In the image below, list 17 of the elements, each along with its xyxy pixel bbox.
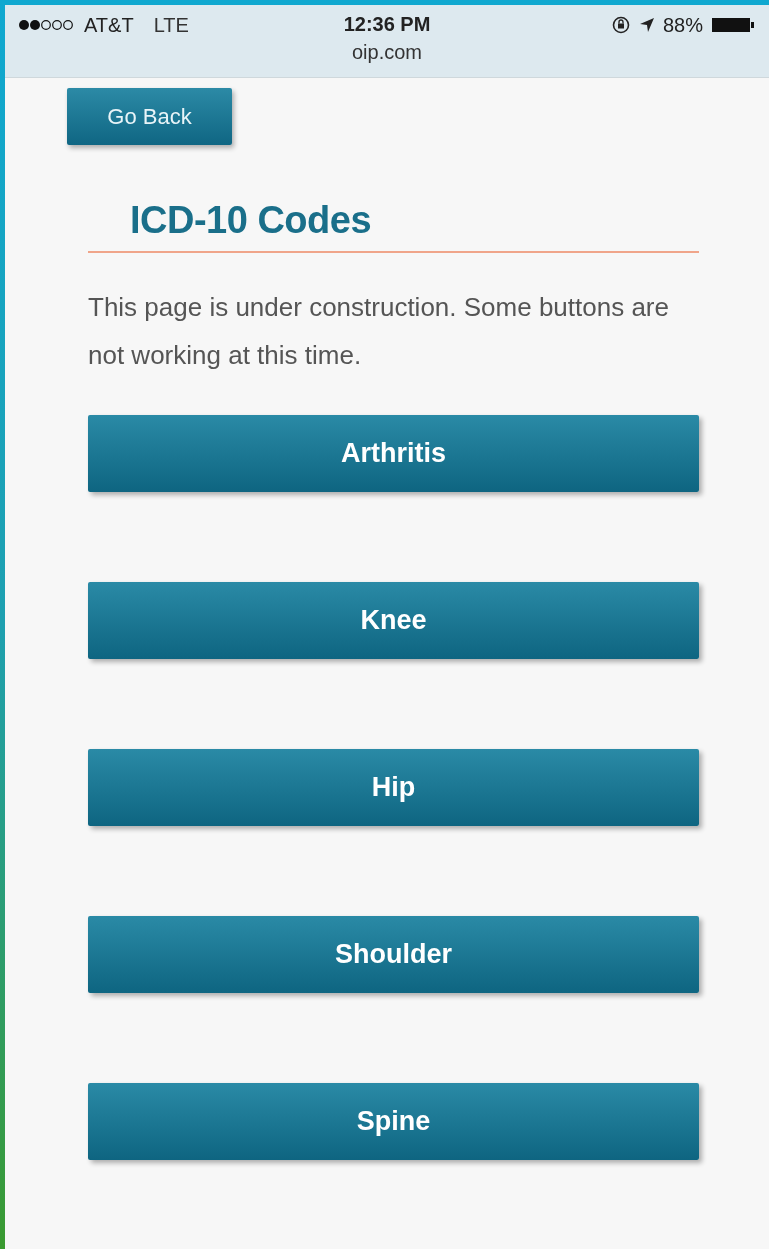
signal-icon bbox=[18, 19, 76, 31]
location-arrow-icon bbox=[638, 17, 655, 33]
carrier-name: AT&T bbox=[84, 13, 134, 37]
page-heading: ICD-10 Codes bbox=[130, 198, 373, 243]
clock-time: 12:36 PM bbox=[343, 13, 431, 36]
network-type: LTE bbox=[153, 13, 189, 37]
category-button[interactable]: Shoulder bbox=[88, 916, 699, 993]
category-button[interactable]: Hip bbox=[88, 749, 699, 826]
notice-text: This page is under construction. Some buttons are not working at this time. bbox=[88, 291, 670, 372]
battery-percent: 88% bbox=[662, 13, 703, 37]
page-url[interactable]: oip.com bbox=[352, 41, 422, 64]
battery-icon bbox=[711, 16, 755, 34]
category-button[interactable]: Arthritis bbox=[88, 415, 699, 492]
category-button[interactable]: Spine bbox=[88, 1083, 699, 1160]
back-button[interactable]: Go Back bbox=[67, 88, 232, 145]
category-button[interactable]: Knee bbox=[88, 582, 699, 659]
rotation-lock-icon bbox=[610, 15, 631, 35]
